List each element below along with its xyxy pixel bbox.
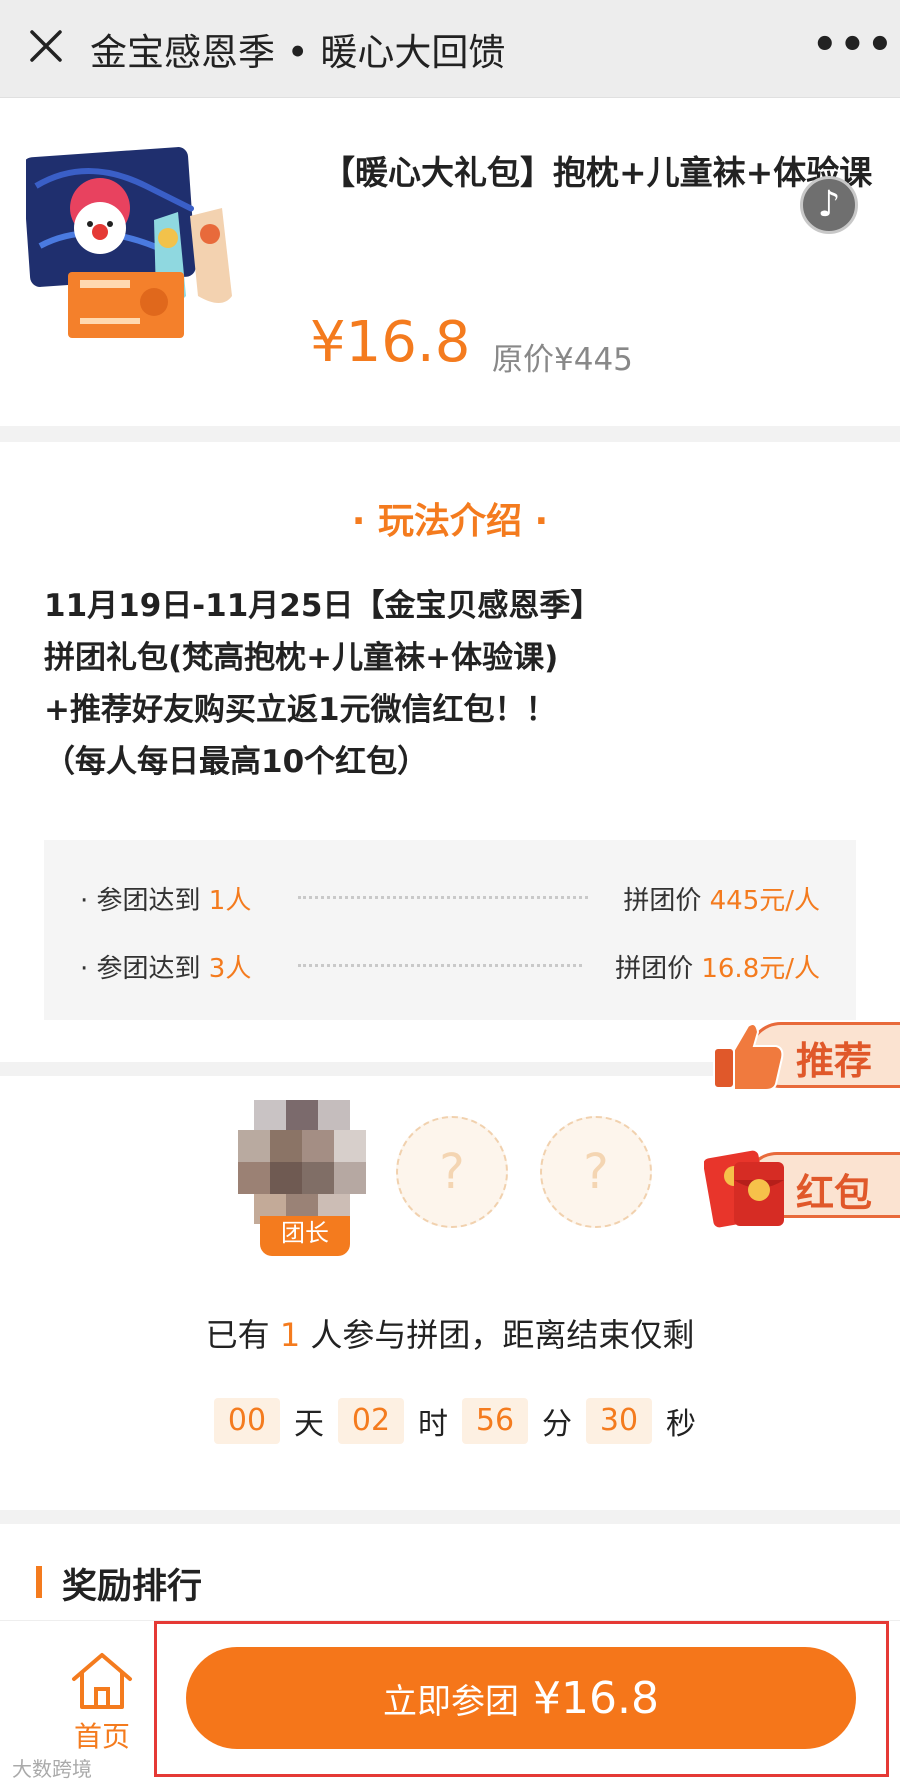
empty-member-slot[interactable]: ? [396,1116,508,1228]
section-divider [0,426,900,442]
ranking-section: 奖励排行 [0,1524,900,1620]
group-price: ¥16.8 [310,310,471,375]
countdown-minutes: 56 [462,1398,528,1444]
join-label: 立即参团 [383,1681,520,1722]
tier-dots [298,896,588,899]
recommend-button[interactable]: 推荐 [708,1014,900,1094]
countdown-hours: 02 [338,1398,404,1444]
tier-count: 3人 [208,954,252,984]
red-packet-icon [703,1140,790,1232]
countdown-unit: 天 [294,1407,324,1442]
tier-row: · 参团达到 1人 拼团价 445元/人 [80,876,820,916]
watermark: 大数跨境 [12,1757,92,1779]
rules-section: · 玩法介绍 · 11月19日-11月25日【金宝贝感恩季】 拼团礼包(梵高抱枕… [0,442,900,1062]
countdown-seconds: 30 [586,1398,652,1444]
rules-line: 拼团礼包(梵高抱枕+儿童袜+体验课) [44,640,559,676]
rules-line: +推荐好友购买立返1元微信红包！！ [44,692,557,728]
recommend-label: 推荐 [796,1039,873,1083]
tier-dots [298,964,582,967]
countdown-unit: 时 [418,1407,448,1442]
section-divider [0,1510,900,1524]
countdown-unit: 秒 [666,1407,696,1442]
tier-label: · 参团达到 3人 [80,954,252,984]
section-marker [36,1566,42,1598]
music-note-icon[interactable]: ♪ [800,176,858,234]
countdown-unit: 分 [542,1407,572,1442]
product-image [22,146,274,368]
close-icon[interactable] [26,26,66,66]
original-price: 原价¥445 [492,342,633,378]
tier-price: 拼团价 445元/人 [623,886,820,916]
countdown-timer: 00 天 02 时 56 分 30 秒 [214,1398,710,1444]
home-label: 首页 [73,1720,130,1753]
price-tiers: · 参团达到 1人 拼团价 445元/人 · 参团达到 3人 拼团价 16.8元… [44,840,856,1020]
product-name: 【暖心大礼包】抱枕+儿童袜+体验课 [322,153,873,192]
rules-line: 11月19日-11月25日【金宝贝感恩季】 [44,588,602,624]
top-nav-bar: 金宝感恩季 • 暖心大回馈 ••• [0,0,900,98]
tier-label: · 参团达到 1人 [80,886,252,916]
thumbs-up-icon [708,1014,786,1094]
empty-member-slot[interactable]: ? [540,1116,652,1228]
joined-status: 已有 1 人参与拼团，距离结束仅剩 [205,1316,695,1354]
rules-line: （每人每日最高10个红包） [44,744,429,780]
leader-tag: 团长 [260,1216,350,1256]
red-packet-label: 红包 [796,1171,873,1215]
red-packet-button[interactable]: 红包 [703,1140,900,1232]
join-group-button[interactable]: 立即参团 ¥16.8 [186,1647,856,1749]
tier-price: 拼团价 16.8元/人 [615,954,820,984]
product-card: 【暖心大礼包】抱枕+儿童袜+体验课 ♪ ¥16.8 原价¥445 [0,98,900,426]
bottom-action-bar: 首页 立即参团 ¥16.8 大数跨境 [0,1620,900,1779]
tier-row: · 参团达到 3人 拼团价 16.8元/人 [80,944,820,984]
join-price: ¥16.8 [533,1672,659,1724]
home-button[interactable]: 首页 [64,1645,140,1755]
countdown-days: 00 [214,1398,280,1444]
joined-count: 1 [279,1316,301,1354]
ranking-title: 奖励排行 [62,1567,203,1607]
tier-count: 1人 [208,886,252,916]
page-title: 金宝感恩季 • 暖心大回馈 [90,31,506,74]
more-menu-icon[interactable]: ••• [812,25,893,65]
home-icon [72,1653,132,1709]
rules-description: 11月19日-11月25日【金宝贝感恩季】 拼团礼包(梵高抱枕+儿童袜+体验课)… [44,580,601,788]
avatar[interactable] [238,1100,366,1224]
rules-title: · 玩法介绍 · [351,501,549,542]
